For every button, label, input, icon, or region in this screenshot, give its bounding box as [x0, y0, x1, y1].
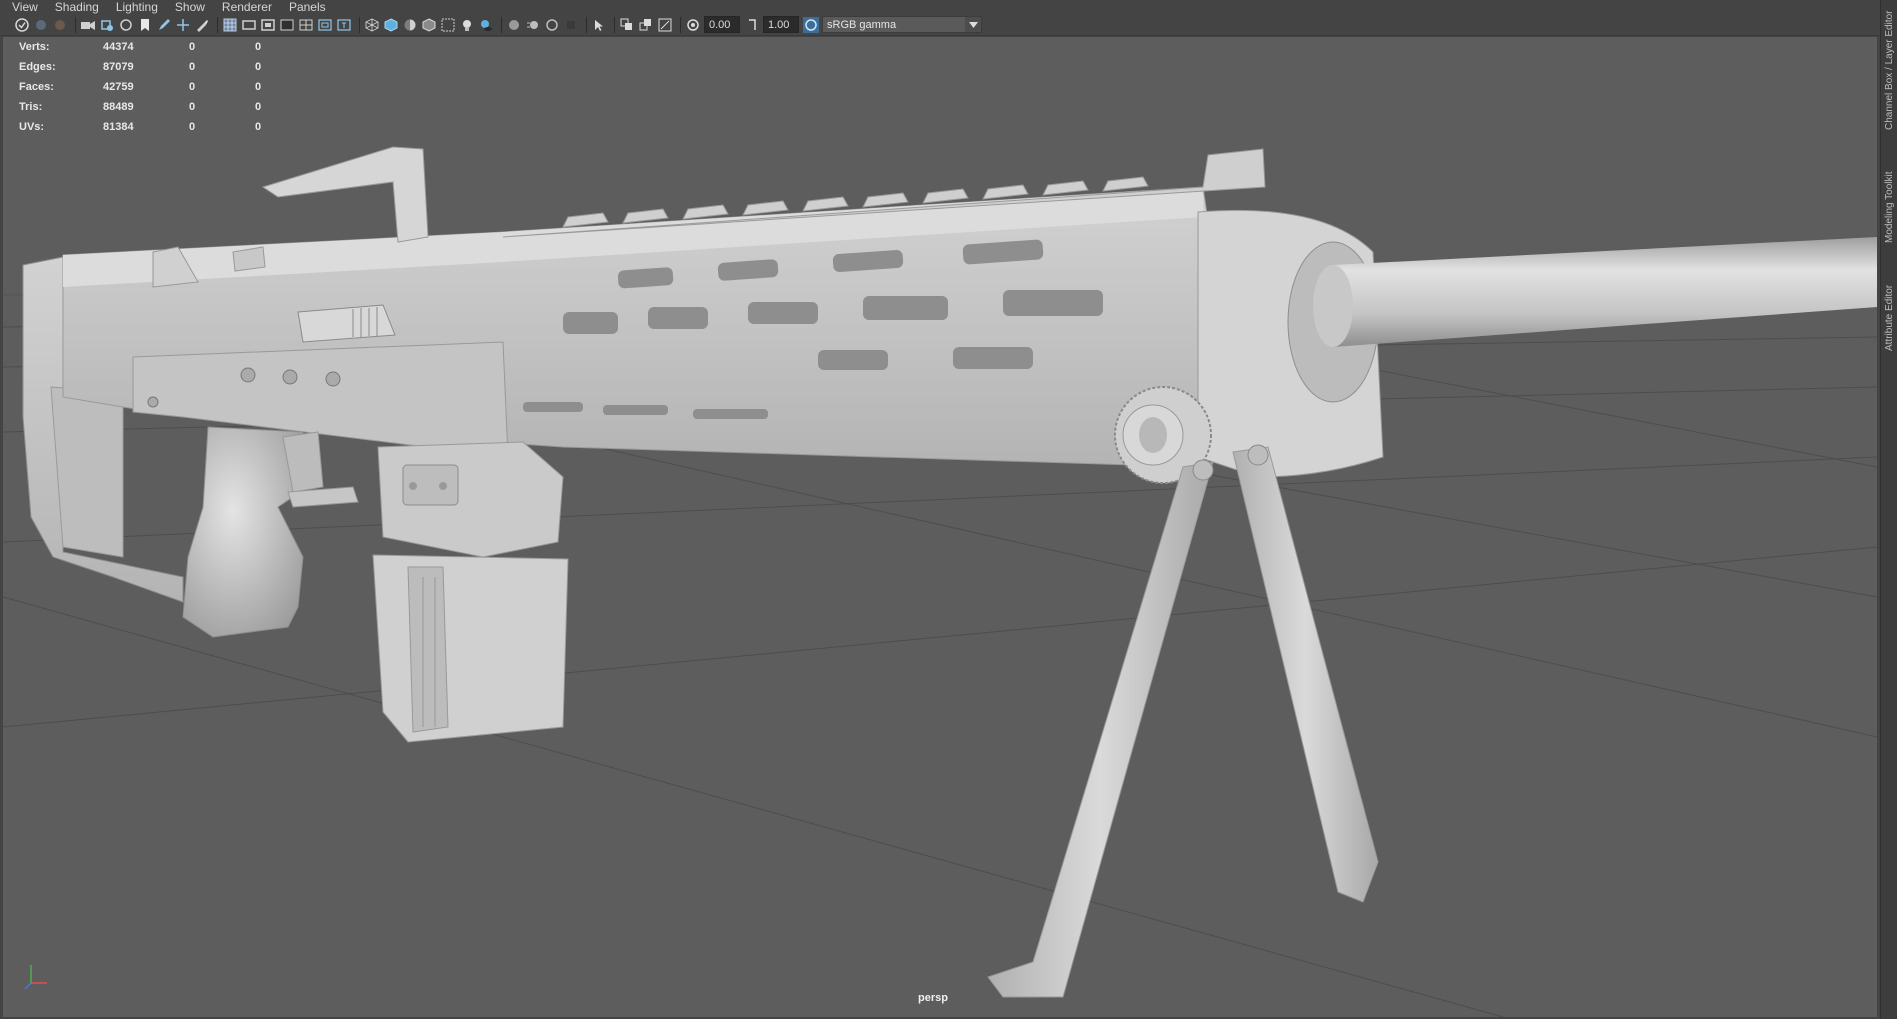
motion-blur-icon[interactable] [525, 17, 541, 33]
xray-icon[interactable] [440, 17, 456, 33]
panel-toolbar: 0.00 1.00 sRGB gamma [0, 14, 1880, 36]
perspective-viewport[interactable]: Verts: 44374 0 0 Edges: 87079 0 0 Faces:… [3, 37, 1877, 1017]
hud-value: 0 [189, 121, 196, 133]
toolbar-separator [359, 16, 360, 33]
camera-bookmark-icon[interactable] [99, 17, 115, 33]
camera-name-label: persp [918, 992, 948, 1004]
hud-row-tris: Tris: 88489 0 0 [19, 97, 275, 117]
screen-space-ao-icon[interactable] [506, 17, 522, 33]
exposure-icon[interactable] [685, 17, 701, 33]
grid-icon[interactable] [222, 17, 238, 33]
toolbar-separator [501, 16, 502, 33]
hud-value: 0 [189, 41, 196, 53]
hud-value: 0 [255, 41, 262, 53]
pencil-icon[interactable] [156, 17, 172, 33]
anti-aliasing-icon[interactable] [544, 17, 560, 33]
brush-icon[interactable] [194, 17, 210, 33]
hud-label: Tris: [19, 101, 43, 113]
hud-value: 0 [255, 101, 262, 113]
resolution-gate-icon[interactable] [260, 17, 276, 33]
film-gate-icon[interactable] [241, 17, 257, 33]
toolbar-separator [614, 16, 615, 33]
hud-value: 81384 [103, 121, 134, 133]
hud-value: 87079 [103, 61, 134, 73]
menu-shading[interactable]: Shading [55, 0, 99, 14]
camera-lock-icon[interactable] [33, 17, 49, 33]
hud-value: 0 [255, 81, 262, 93]
menu-show[interactable]: Show [175, 0, 205, 14]
tab-modeling-toolkit[interactable]: Modeling Toolkit [1882, 160, 1897, 255]
gamma-icon[interactable] [744, 17, 760, 33]
depth-of-field-icon[interactable] [563, 17, 579, 33]
use-all-lights-icon[interactable] [459, 17, 475, 33]
scene-render [3, 146, 1877, 1017]
camera-tumble-icon[interactable] [118, 17, 134, 33]
chevron-down-icon [965, 17, 981, 32]
camera-lock-2-icon[interactable] [52, 17, 68, 33]
select-camera-icon[interactable] [14, 17, 30, 33]
isolate-select-icon[interactable] [591, 17, 607, 33]
camera-attributes-icon[interactable] [80, 17, 96, 33]
tab-channel-box[interactable]: Channel Box / Layer Editor [1882, 0, 1897, 140]
hud-label: Faces: [19, 81, 54, 93]
default-material-icon[interactable] [402, 17, 418, 33]
color-space-value: sRGB gamma [827, 19, 897, 31]
hud-value: 0 [189, 61, 196, 73]
toolbar-separator [75, 16, 76, 33]
bookmark-icon[interactable] [137, 17, 153, 33]
shadows-icon[interactable] [478, 17, 494, 33]
hud-value: 88489 [103, 101, 134, 113]
hud-value: 44374 [103, 41, 134, 53]
right-dock-tabs: Channel Box / Layer Editor Modeling Tool… [1880, 0, 1897, 1019]
panel-menu-bar: View Shading Lighting Show Renderer Pane… [0, 0, 1880, 14]
toolbar-separator [217, 16, 218, 33]
hud-value: 0 [255, 121, 262, 133]
hud-value: 0 [189, 81, 196, 93]
hud-row-verts: Verts: 44374 0 0 [19, 37, 275, 57]
smooth-shade-icon[interactable] [383, 17, 399, 33]
menu-view[interactable]: View [12, 0, 38, 14]
hud-row-uvs: UVs: 81384 0 0 [19, 117, 275, 137]
gamma-field[interactable]: 1.00 [763, 16, 799, 33]
hud-label: Verts: [19, 41, 50, 53]
safe-title-icon[interactable] [336, 17, 352, 33]
gate-mask-icon[interactable] [279, 17, 295, 33]
xray-joints-icon[interactable] [619, 17, 635, 33]
toolbar-separator [680, 16, 681, 33]
view-axis-icon [24, 965, 47, 990]
menu-lighting[interactable]: Lighting [116, 0, 158, 14]
hud-label: Edges: [19, 61, 56, 73]
toolbar-separator [586, 16, 587, 33]
poly-count-hud: Verts: 44374 0 0 Edges: 87079 0 0 Faces:… [19, 37, 275, 137]
backface-culling-icon[interactable] [657, 17, 673, 33]
wireframe-icon[interactable] [364, 17, 380, 33]
color-management-icon[interactable] [803, 16, 819, 33]
transform-icon[interactable] [175, 17, 191, 33]
exposure-field[interactable]: 0.00 [704, 16, 740, 33]
maya-window: View Shading Lighting Show Renderer Pane… [0, 0, 1897, 1019]
color-space-select[interactable]: sRGB gamma [822, 16, 982, 33]
wireframe-on-shaded-icon[interactable] [421, 17, 437, 33]
menu-panels[interactable]: Panels [289, 0, 326, 14]
hud-value: 0 [255, 61, 262, 73]
field-chart-icon[interactable] [298, 17, 314, 33]
hud-label: UVs: [19, 121, 45, 133]
hud-value: 42759 [103, 81, 134, 93]
safe-action-icon[interactable] [317, 17, 333, 33]
hud-row-edges: Edges: 87079 0 0 [19, 57, 275, 77]
xray-active-components-icon[interactable] [638, 17, 654, 33]
hud-value: 0 [189, 101, 196, 113]
hud-row-faces: Faces: 42759 0 0 [19, 77, 275, 97]
menu-renderer[interactable]: Renderer [222, 0, 272, 14]
tab-attribute-editor[interactable]: Attribute Editor [1882, 270, 1897, 365]
